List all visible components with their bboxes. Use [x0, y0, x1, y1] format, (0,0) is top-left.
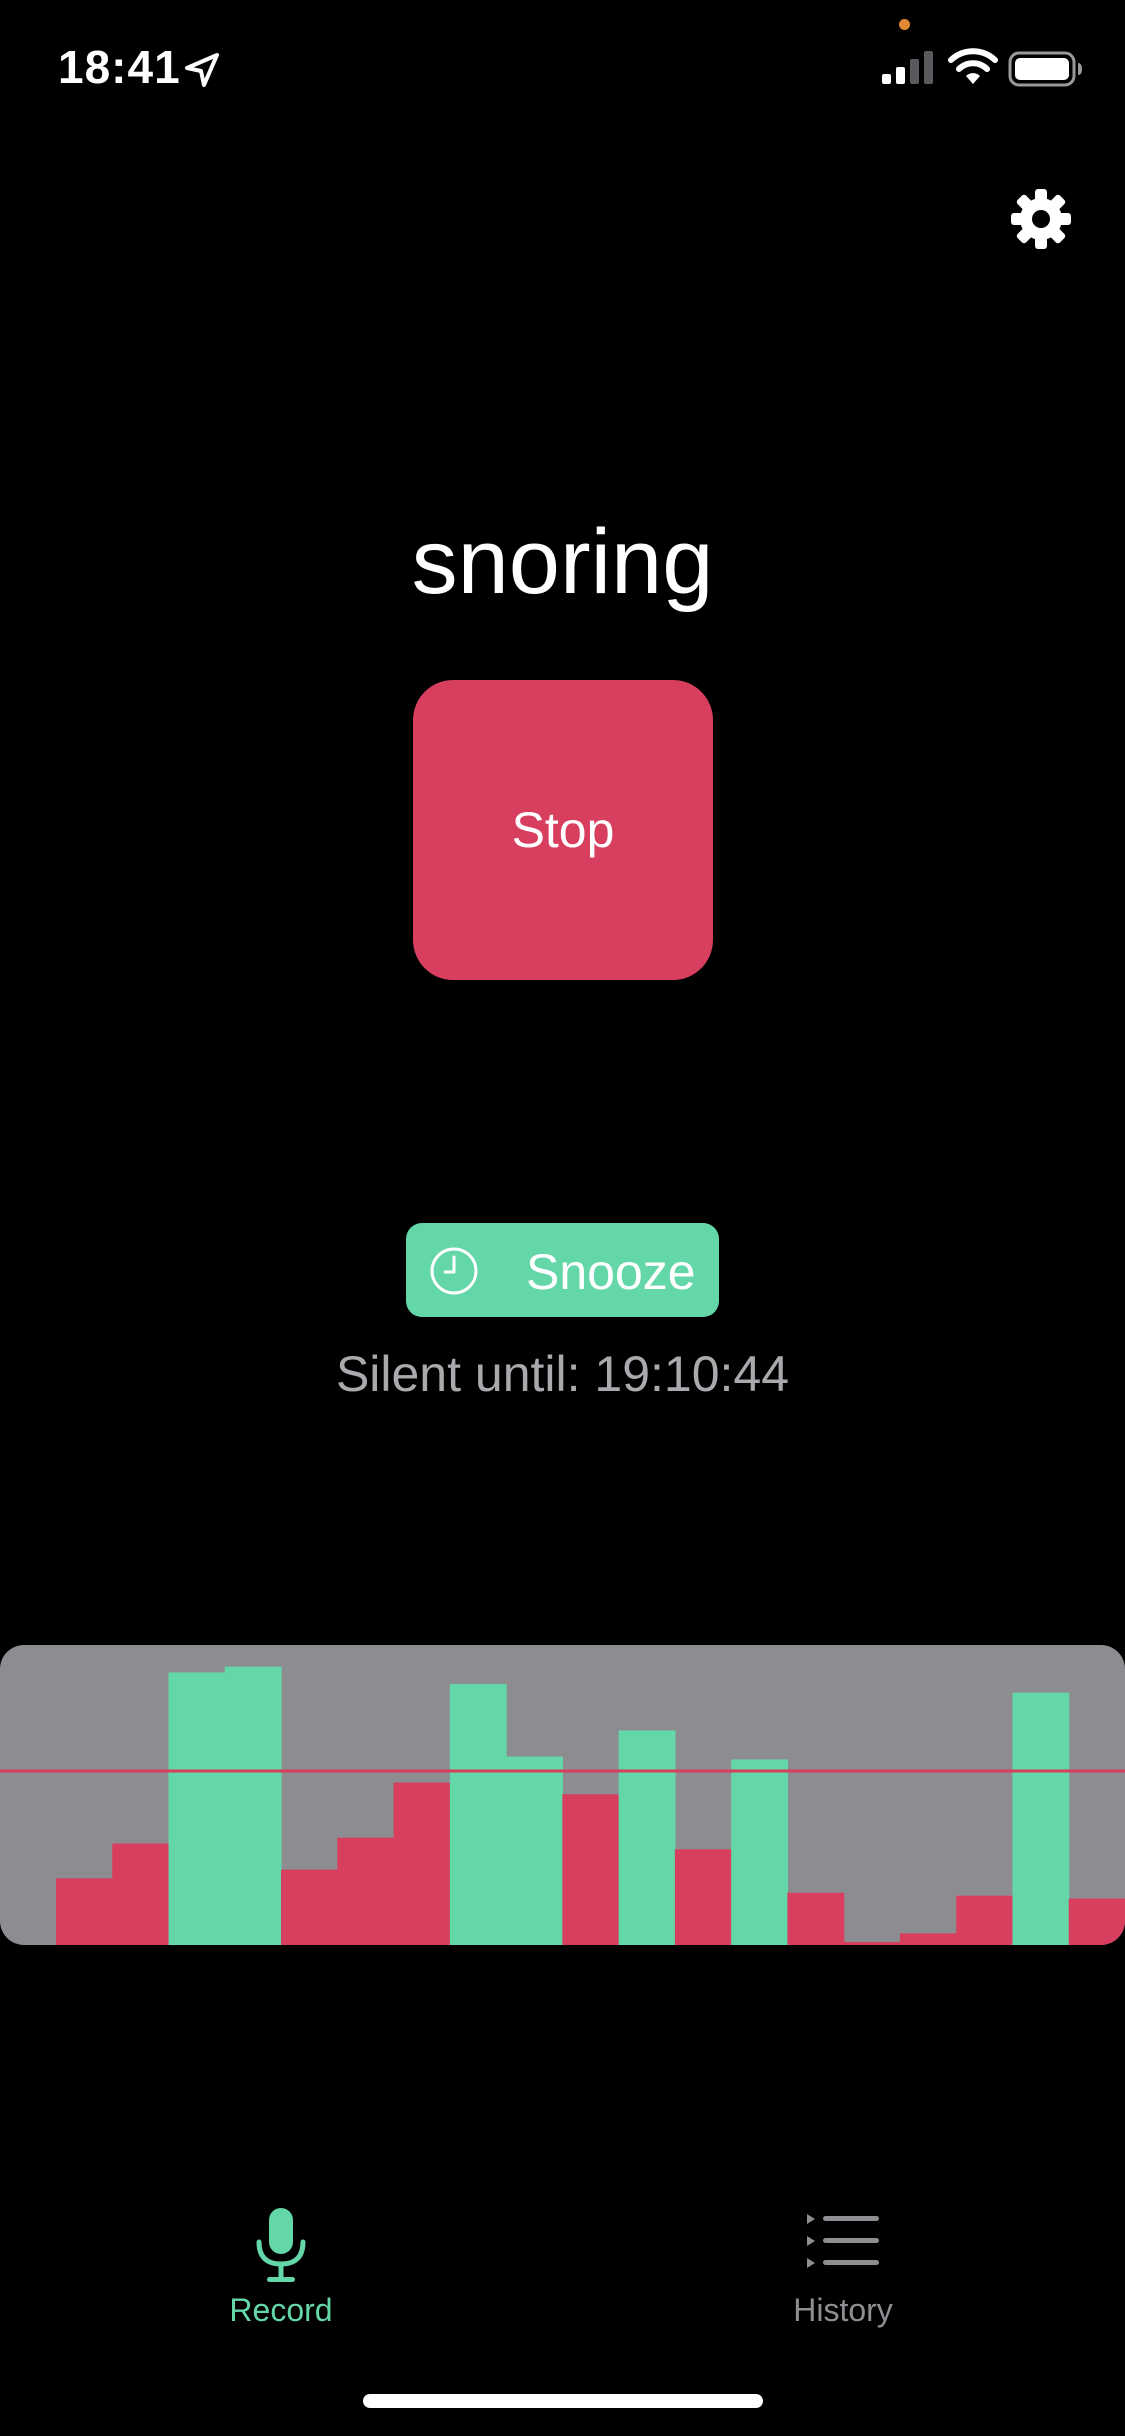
clock-icon [430, 1247, 478, 1295]
chart-bar [956, 1895, 1014, 1945]
chart-bar [337, 1837, 395, 1945]
chart-bar [168, 1672, 226, 1945]
chart-bar [562, 1794, 620, 1945]
silent-until-text: Silent until: 19:10:44 [335, 1346, 790, 1402]
status-bar: 18:41 [0, 0, 1125, 140]
chart-bar [674, 1849, 732, 1945]
privacy-indicator-dot [899, 19, 910, 30]
chart-bar [1068, 1898, 1125, 1945]
status-time: 18:41 [58, 41, 181, 93]
chart-bar [224, 1666, 282, 1945]
sound-level-chart [0, 1645, 1125, 1945]
chart-bar [899, 1933, 957, 1945]
gear-icon[interactable] [1010, 188, 1072, 250]
chart-bar [843, 1942, 901, 1945]
tab-record-label: Record [229, 2292, 333, 2328]
cellular-signal-icon [882, 51, 933, 84]
wifi-icon [948, 48, 998, 84]
tab-history-label: History [793, 2292, 893, 2328]
microphone-icon [256, 2208, 306, 2282]
chart-bar [618, 1730, 676, 1945]
tab-history[interactable]: History [693, 2190, 993, 2350]
chart-bar [787, 1892, 845, 1945]
chart-bar [281, 1869, 338, 1945]
home-indicator [363, 2394, 763, 2408]
chart-bar [393, 1782, 451, 1945]
tab-record[interactable]: Record [131, 2190, 431, 2350]
stop-button-label: Stop [511, 802, 615, 858]
chart-bar [1012, 1692, 1070, 1945]
tab-bar: Record History [0, 2190, 1125, 2390]
detected-sound-label: snoring [411, 511, 714, 613]
snooze-button[interactable]: Snooze [406, 1223, 719, 1317]
chart-bar [56, 1878, 113, 1945]
snooze-button-label: Snooze [526, 1244, 696, 1300]
location-arrow-icon [185, 53, 219, 87]
battery-icon [1008, 51, 1082, 87]
chart-bar [449, 1684, 507, 1945]
list-icon [807, 2214, 879, 2268]
stop-button[interactable]: Stop [413, 680, 713, 980]
chart-bar [506, 1756, 563, 1945]
chart-bar [731, 1759, 789, 1945]
chart-bar [112, 1843, 170, 1945]
sound-level-chart-svg [0, 1666, 1125, 1945]
